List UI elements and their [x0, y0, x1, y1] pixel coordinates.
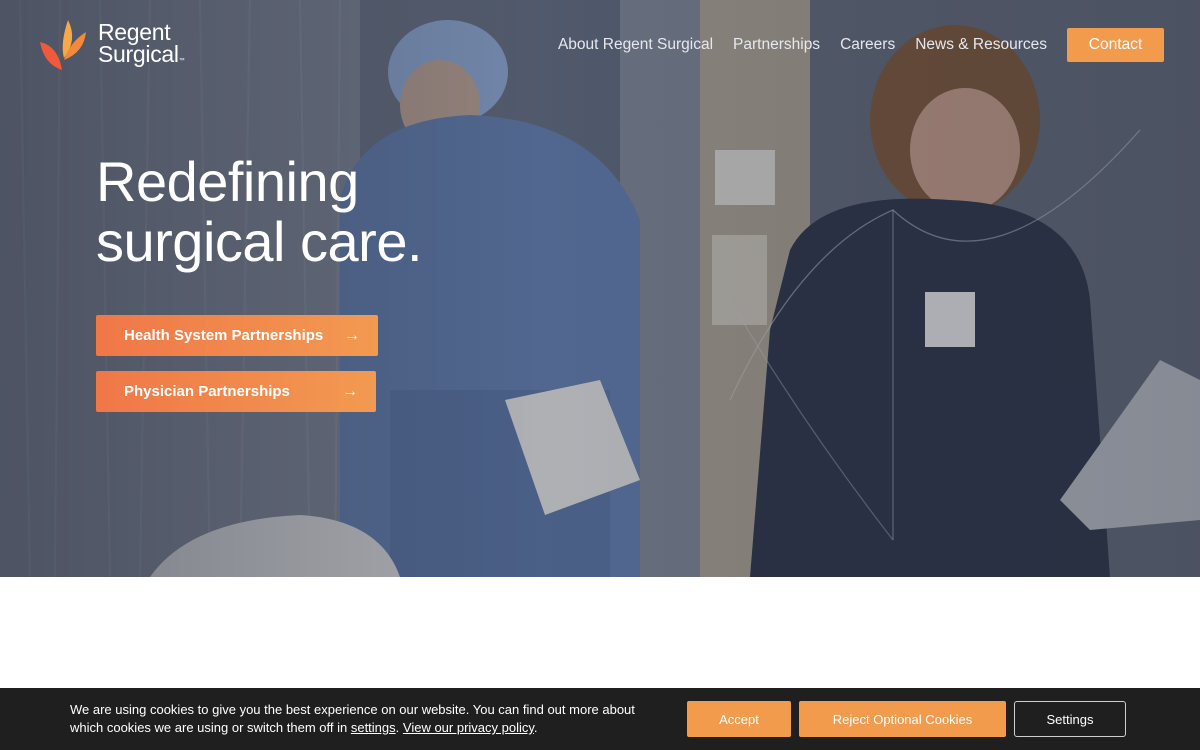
arrow-right-icon: → — [344, 326, 360, 344]
reject-optional-cookies-button[interactable]: Reject Optional Cookies — [799, 701, 1006, 737]
health-system-partnerships-button[interactable]: Health System Partnerships → — [96, 315, 378, 356]
trademark-mark: ™ — [178, 57, 185, 64]
hero-section: Regent Surgical™ About Regent Surgical P… — [0, 0, 1200, 577]
hero-headline-line2: surgical care. — [96, 210, 423, 273]
contact-button[interactable]: Contact — [1067, 28, 1164, 62]
main-nav: About Regent Surgical Partnerships Caree… — [558, 28, 1164, 62]
arrow-right-icon: → — [342, 382, 358, 400]
accept-cookies-button[interactable]: Accept — [687, 701, 791, 737]
hero-headline: Redefining surgical care. — [96, 150, 423, 273]
brand-name-line2: Surgical™ — [98, 40, 185, 67]
nav-careers[interactable]: Careers — [840, 28, 895, 62]
hero-headline-line1: Redefining — [96, 150, 359, 213]
cta-label: Health System Partnerships — [124, 327, 324, 344]
cookie-settings-button[interactable]: Settings — [1014, 701, 1126, 737]
nav-about[interactable]: About Regent Surgical — [558, 28, 713, 62]
physician-partnerships-button[interactable]: Physician Partnerships → — [96, 371, 376, 412]
brand-wordmark: Regent Surgical™ — [98, 18, 185, 72]
cookie-banner: We are using cookies to give you the bes… — [0, 688, 1200, 750]
cta-label: Physician Partnerships — [124, 383, 290, 400]
cookie-settings-link[interactable]: settings — [351, 720, 396, 735]
regent-surgical-logo-mark-icon — [40, 20, 86, 70]
hero-overlay — [0, 0, 1200, 577]
nav-partnerships[interactable]: Partnerships — [733, 28, 820, 62]
nav-news-resources[interactable]: News & Resources — [915, 28, 1047, 62]
privacy-policy-link[interactable]: View our privacy policy — [403, 720, 534, 735]
cookie-message: We are using cookies to give you the bes… — [70, 702, 635, 735]
brand-name-line1: Regent — [98, 18, 171, 45]
brand-logo[interactable]: Regent Surgical™ — [38, 18, 185, 74]
